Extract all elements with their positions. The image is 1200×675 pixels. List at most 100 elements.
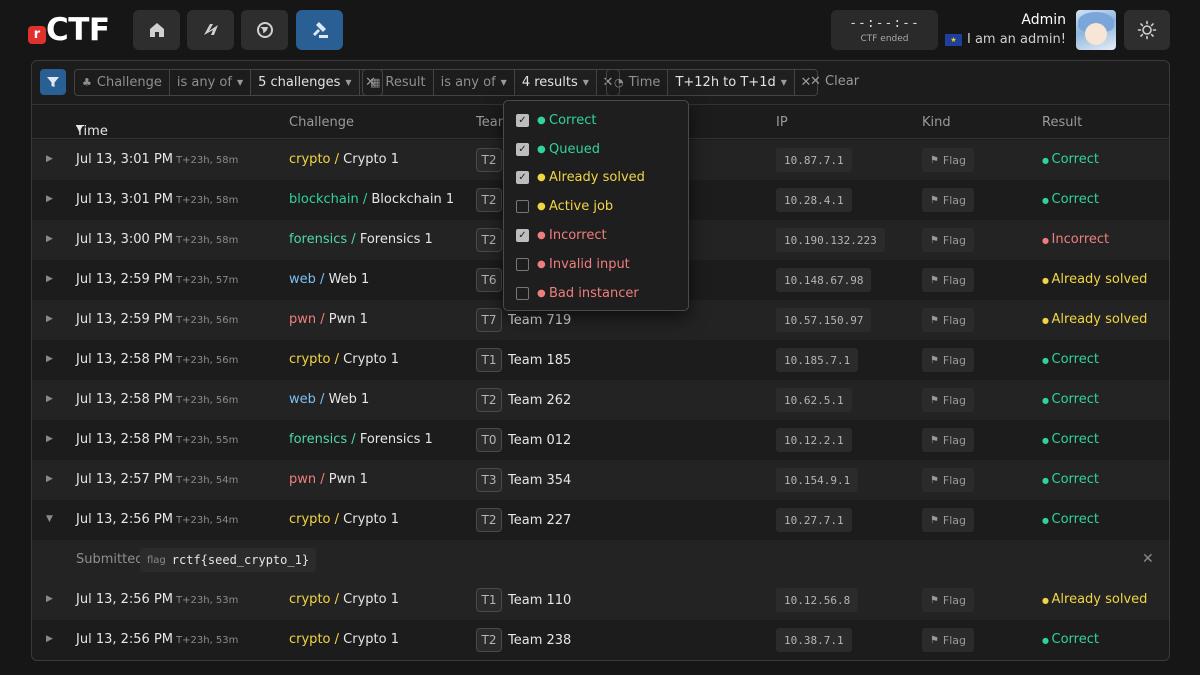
chevron-right-icon[interactable]: ▶ [46, 634, 53, 644]
team-badge: T2 [476, 388, 502, 412]
result-filter-value[interactable]: 4 results ▼ [514, 70, 597, 95]
chevron-right-icon[interactable]: ▶ [46, 274, 53, 284]
result-option[interactable]: ✓ ● Correct [504, 106, 688, 135]
kind-label: Flag [942, 433, 967, 447]
result-option-checkbox[interactable] [516, 200, 529, 214]
nav-home-button[interactable] [133, 10, 180, 50]
table-row[interactable]: ▼ Jul 13, 2:56 PM T+23h, 54m crypto / Crypt… [32, 500, 1169, 540]
logo[interactable]: r CTF [28, 12, 110, 48]
challenge-cell[interactable]: crypto / Crypto 1 [289, 512, 399, 527]
result-option-label: Invalid input [549, 256, 630, 272]
ip-address: 10.148.67.98 [776, 268, 872, 292]
chevron-right-icon[interactable]: ▶ [46, 394, 53, 404]
result-status: ● Correct [1042, 432, 1099, 447]
table-row[interactable]: ▶ Jul 13, 2:58 PM T+23h, 56m crypto / Crypt… [32, 340, 1169, 380]
result-option-checkbox[interactable] [516, 286, 529, 300]
challenge-filter-operator[interactable]: is any of ▼ [170, 70, 252, 95]
result-option[interactable]: ✓ ● Incorrect [504, 221, 688, 250]
flag-value: rctf{seed_crypto_1} [171, 553, 310, 567]
result-option-checkbox[interactable] [516, 257, 529, 271]
result-option[interactable]: ✓ ● Queued [504, 135, 688, 164]
chevron-right-icon[interactable]: ▶ [46, 194, 53, 204]
chevron-right-icon[interactable]: ▶ [46, 434, 53, 444]
team-cell[interactable]: T1 Team 110 [476, 588, 571, 612]
challenge-cell[interactable]: crypto / Crypto 1 [289, 632, 399, 647]
table-row[interactable]: ▶ Jul 13, 2:57 PM T+23h, 54m pwn / Pwn 1 T3 T… [32, 460, 1169, 500]
result-option-checkbox[interactable]: ✓ [516, 171, 529, 185]
challenge-cell[interactable]: blockchain / Blockchain 1 [289, 192, 454, 207]
pennant-icon: ⚑ [929, 154, 939, 166]
theme-toggle-button[interactable] [1124, 10, 1170, 50]
team-badge: T2 [476, 148, 502, 172]
grid-icon: ▦ [370, 76, 381, 89]
result-option-label: Correct [549, 112, 597, 128]
team-cell[interactable]: T3 Team 354 [476, 468, 571, 492]
challenge-cell[interactable]: crypto / Crypto 1 [289, 152, 399, 167]
result-option-checkbox[interactable]: ✓ [516, 142, 529, 156]
result-option[interactable]: ✓ ● Already solved [504, 164, 688, 193]
table-row[interactable]: ▶ Jul 13, 2:58 PM T+23h, 56m web / Web 1 T2 T… [32, 380, 1169, 420]
kind-badge: ⚑ Flag [922, 228, 974, 252]
team-cell[interactable]: T7 Team 719 [476, 308, 571, 332]
team-cell[interactable]: T2 Team 262 [476, 388, 571, 412]
status-dot: ● [537, 201, 546, 213]
table-row[interactable]: ▶ Jul 13, 2:56 PM T+23h, 53m crypto / Crypt… [32, 620, 1169, 660]
clear-filters-button[interactable]: ✕ Clear [810, 74, 859, 89]
table-row[interactable]: ▶ Jul 13, 2:56 PM T+23h, 53m crypto / Crypt… [32, 580, 1169, 620]
team-cell[interactable]: T1 Team 185 [476, 348, 571, 372]
result-option[interactable]: ● Active job [504, 192, 688, 221]
chevron-right-icon[interactable]: ▶ [46, 474, 53, 484]
result-filter-operator[interactable]: is any of ▼ [434, 70, 515, 95]
result-label: Incorrect [1051, 232, 1110, 247]
challenge-cell[interactable]: pwn / Pwn 1 [289, 312, 368, 327]
avatar[interactable] [1076, 10, 1116, 50]
team-badge: T1 [476, 588, 502, 612]
challenge-cell[interactable]: forensics / Forensics 1 [289, 432, 433, 447]
challenge-filter-value[interactable]: 5 challenges ▼ [251, 70, 360, 95]
close-detail-button[interactable]: ✕ [1142, 551, 1154, 567]
challenge-cell[interactable]: web / Web 1 [289, 392, 369, 407]
submission-time: Jul 13, 2:56 PM T+23h, 54m [76, 512, 238, 527]
status-dot: ● [537, 258, 546, 270]
chevron-right-icon[interactable]: ▶ [46, 234, 53, 244]
result-option-checkbox[interactable]: ✓ [516, 113, 529, 127]
team-badge: T2 [476, 508, 502, 532]
time-filter-value[interactable]: T+12h to T+1d ▼ [668, 70, 795, 95]
team-cell[interactable]: T2 Team 238 [476, 628, 571, 652]
challenge-cell[interactable]: crypto / Crypto 1 [289, 352, 399, 367]
filter-toggle-button[interactable] [40, 69, 66, 95]
challenge-name: Pwn 1 [328, 472, 368, 487]
table-row[interactable]: ▶ Jul 13, 2:58 PM T+23h, 55m forensics / Fo… [32, 420, 1169, 460]
status-dot: ● [537, 143, 546, 155]
chevron-down-icon[interactable]: ▼ [46, 514, 53, 524]
nav-admin-button[interactable] [296, 10, 343, 50]
status-dot: ● [537, 230, 546, 242]
time-filter: ◔ Time T+12h to T+1d ▼ ✕ [606, 69, 818, 96]
time-absolute: Jul 13, 2:59 PM [76, 312, 174, 327]
result-option-checkbox[interactable]: ✓ [516, 229, 529, 243]
submitted-label: Submitted [76, 552, 144, 567]
pennant-icon: ⚑ [929, 594, 939, 606]
challenge-category: crypto [289, 152, 331, 167]
chevron-right-icon[interactable]: ▶ [46, 154, 53, 164]
nav-scoreboard-button[interactable] [241, 10, 288, 50]
chevron-right-icon[interactable]: ▶ [46, 354, 53, 364]
nav-challenges-button[interactable] [187, 10, 234, 50]
challenge-cell[interactable]: web / Web 1 [289, 272, 369, 287]
status-dot: ● [1042, 196, 1052, 205]
team-badge: T1 [476, 348, 502, 372]
challenge-category: crypto [289, 512, 331, 527]
team-cell[interactable]: T0 Team 012 [476, 428, 571, 452]
team-cell[interactable]: T2 Team 227 [476, 508, 571, 532]
ip-address: 10.28.4.1 [776, 188, 852, 212]
ip-address: 10.190.132.223 [776, 228, 885, 252]
challenge-cell[interactable]: crypto / Crypto 1 [289, 592, 399, 607]
result-label: Correct [1051, 472, 1099, 487]
result-option[interactable]: ● Bad instancer [504, 279, 688, 308]
chevron-right-icon[interactable]: ▶ [46, 314, 53, 324]
result-option[interactable]: ● Invalid input [504, 250, 688, 279]
challenge-cell[interactable]: forensics / Forensics 1 [289, 232, 433, 247]
chevron-right-icon[interactable]: ▶ [46, 594, 53, 604]
challenge-cell[interactable]: pwn / Pwn 1 [289, 472, 368, 487]
status-dot: ● [1042, 476, 1052, 485]
